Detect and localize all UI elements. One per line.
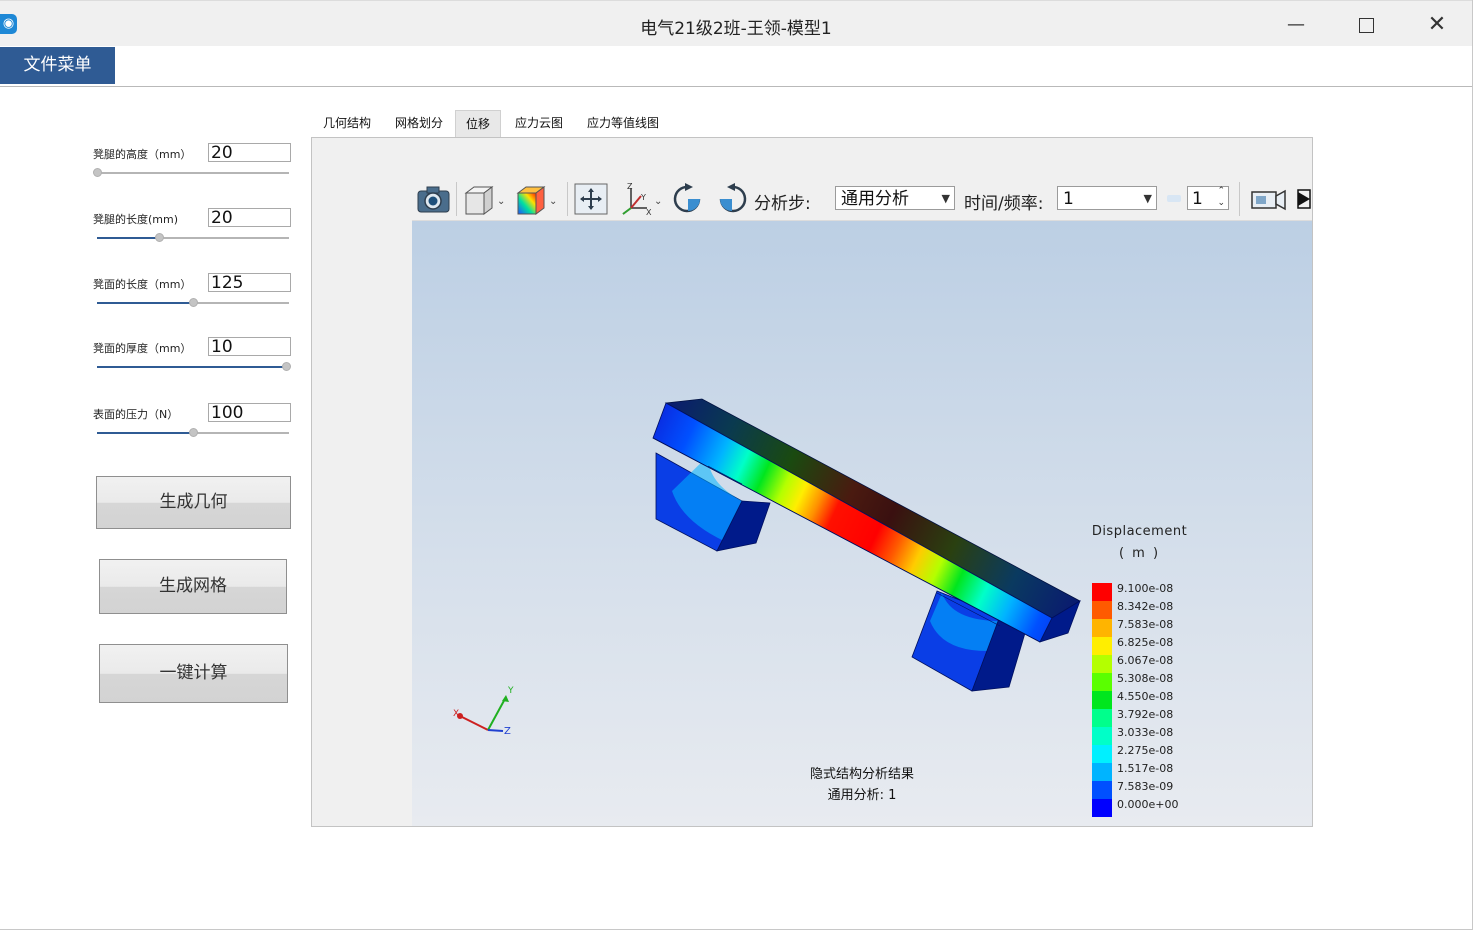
legend-swatch (1092, 781, 1112, 799)
legend-swatch (1092, 709, 1112, 727)
slider-handle[interactable] (282, 362, 291, 371)
svg-text:⌄: ⌄ (497, 196, 505, 207)
legend-swatch (1092, 691, 1112, 709)
legend-value: 9.100e-08 (1117, 582, 1174, 595)
menu-bar: 文件菜单 (0, 46, 1472, 87)
tab-displacement[interactable]: 位移 (455, 110, 501, 137)
param-label-leg-length: 凳腿的长度(mm) (93, 213, 179, 226)
time-freq-value: 1 (1063, 189, 1074, 209)
param-label-leg-height: 凳腿的高度（mm） (93, 148, 192, 161)
param-label-seat-thickness: 凳面的厚度（mm） (93, 342, 192, 355)
legend-swatch (1092, 727, 1112, 745)
rotate-cw-icon[interactable] (670, 182, 706, 216)
legend-value: 1.517e-08 (1117, 762, 1174, 775)
legend-value: 2.275e-08 (1117, 744, 1174, 757)
axes-orientation-icon[interactable]: Z Y X ⌄ (617, 182, 665, 216)
leg-length-input[interactable]: 20 (208, 208, 291, 228)
legend-value: 5.308e-08 (1117, 672, 1174, 685)
app-window: ◉ 电气21级2班-王领-模型1 — ✕ 文件菜单 凳腿的高度（mm） 20 凳… (0, 0, 1473, 930)
slider-handle[interactable] (155, 233, 164, 242)
one-click-compute-button[interactable]: 一键计算 (99, 644, 288, 703)
axis-z-label: Z (504, 726, 511, 737)
legend-swatch (1092, 799, 1112, 817)
svg-text:⌄: ⌄ (549, 196, 557, 207)
minimize-icon[interactable]: — (1276, 11, 1316, 39)
frame-spin-value: 1 (1192, 189, 1203, 209)
legend-swatch (1092, 637, 1112, 655)
viewer-toolbar: ⌄ ⌄ Z Y X ⌄ 分析步: 通用分析 ▼ 时间/频率: 1 ▼ 1 ⌃ ⌄ (412, 178, 1312, 221)
generate-mesh-button[interactable]: 生成网格 (99, 559, 287, 614)
legend-value: 7.583e-09 (1117, 780, 1174, 793)
leg-height-input[interactable]: 20 (208, 143, 291, 163)
slider-handle[interactable] (189, 428, 198, 437)
window-title: 电气21级2班-王领-模型1 (640, 19, 832, 39)
camera-icon[interactable] (416, 182, 452, 216)
legend-value: 6.067e-08 (1117, 654, 1174, 667)
legend-title: Displacement (1091, 524, 1188, 539)
legend-swatch (1092, 673, 1112, 691)
svg-text:Y: Y (640, 193, 646, 202)
seat-length-input[interactable]: 125 (208, 273, 291, 293)
legend-value: 3.792e-08 (1117, 708, 1174, 721)
param-label-seat-length: 凳面的长度（mm） (93, 278, 192, 291)
spin-arrows-icon[interactable]: ⌃ ⌄ (1217, 185, 1225, 209)
legend-value: 6.825e-08 (1117, 636, 1174, 649)
mini-slider-icon[interactable] (1167, 195, 1181, 202)
seat-thickness-slider[interactable] (97, 362, 291, 371)
legend-swatch (1092, 655, 1112, 673)
legend-value: 3.033e-08 (1117, 726, 1174, 739)
legend-value: 8.342e-08 (1117, 600, 1174, 613)
legend-swatch (1092, 745, 1112, 763)
tab-mesh[interactable]: 网格划分 (387, 110, 451, 137)
legend-swatch (1092, 583, 1112, 601)
time-freq-select[interactable]: 1 ▼ (1057, 186, 1157, 210)
svg-text:⌄: ⌄ (654, 196, 662, 207)
seat-length-slider[interactable] (97, 298, 289, 307)
legend-swatch (1092, 601, 1112, 619)
tab-stress-isoline[interactable]: 应力等值线图 (582, 110, 664, 137)
legend-value: 0.000e+00 (1117, 798, 1179, 811)
play-forward-icon[interactable] (1296, 182, 1312, 216)
slider-handle[interactable] (93, 168, 102, 177)
surface-pressure-slider[interactable] (97, 428, 289, 437)
result-subtitle: 通用分析: 1 (827, 788, 897, 803)
record-video-icon[interactable] (1250, 182, 1288, 216)
time-freq-label: 时间/频率: (964, 194, 1044, 214)
axis-x-label: X (453, 709, 460, 719)
legend-value: 4.550e-08 (1117, 690, 1174, 703)
slider-handle[interactable] (189, 298, 198, 307)
svg-text:X: X (646, 208, 652, 216)
legend-value: 7.583e-08 (1117, 618, 1174, 631)
chevron-down-icon: ▼ (941, 192, 950, 205)
param-label-surface-pressure: 表面的压力（N） (93, 408, 179, 421)
tab-stress-contour[interactable]: 应力云图 (508, 110, 570, 137)
analysis-step-value: 通用分析 (841, 189, 909, 209)
legend-unit: ( m ) (1118, 546, 1161, 561)
title-bar: ◉ 电气21级2班-王领-模型1 — ✕ (0, 0, 1472, 47)
generate-geometry-button[interactable]: 生成几何 (96, 476, 291, 529)
svg-text:Z: Z (627, 182, 633, 191)
fit-view-icon[interactable] (573, 182, 609, 216)
view-cube-icon[interactable]: ⌄ (462, 182, 508, 216)
analysis-step-label: 分析步: (754, 194, 811, 214)
chevron-down-icon: ▼ (1143, 192, 1152, 205)
leg-length-slider[interactable] (97, 233, 289, 242)
file-menu-button[interactable]: 文件菜单 (0, 47, 115, 84)
result-title: 隐式结构分析结果 (809, 767, 914, 782)
close-icon[interactable]: ✕ (1417, 11, 1457, 39)
rotate-ccw-icon[interactable] (714, 182, 750, 216)
color-map-icon[interactable]: ⌄ (514, 182, 562, 216)
frame-spinbox[interactable]: 1 ⌃ ⌄ (1187, 186, 1229, 210)
3d-viewport[interactable]: X Y Z 隐式结构分析结果 通用分析: 1 Displacement ( m … (412, 221, 1312, 826)
axis-y-label: Y (508, 686, 514, 696)
maximize-icon[interactable] (1346, 11, 1386, 39)
surface-pressure-input[interactable]: 100 (208, 403, 291, 423)
leg-height-slider[interactable] (93, 168, 289, 177)
legend-swatch (1092, 763, 1112, 781)
tab-geometry[interactable]: 几何结构 (312, 110, 382, 137)
legend-swatch (1092, 619, 1112, 637)
seat-thickness-input[interactable]: 10 (208, 337, 291, 357)
analysis-step-select[interactable]: 通用分析 ▼ (835, 186, 955, 210)
